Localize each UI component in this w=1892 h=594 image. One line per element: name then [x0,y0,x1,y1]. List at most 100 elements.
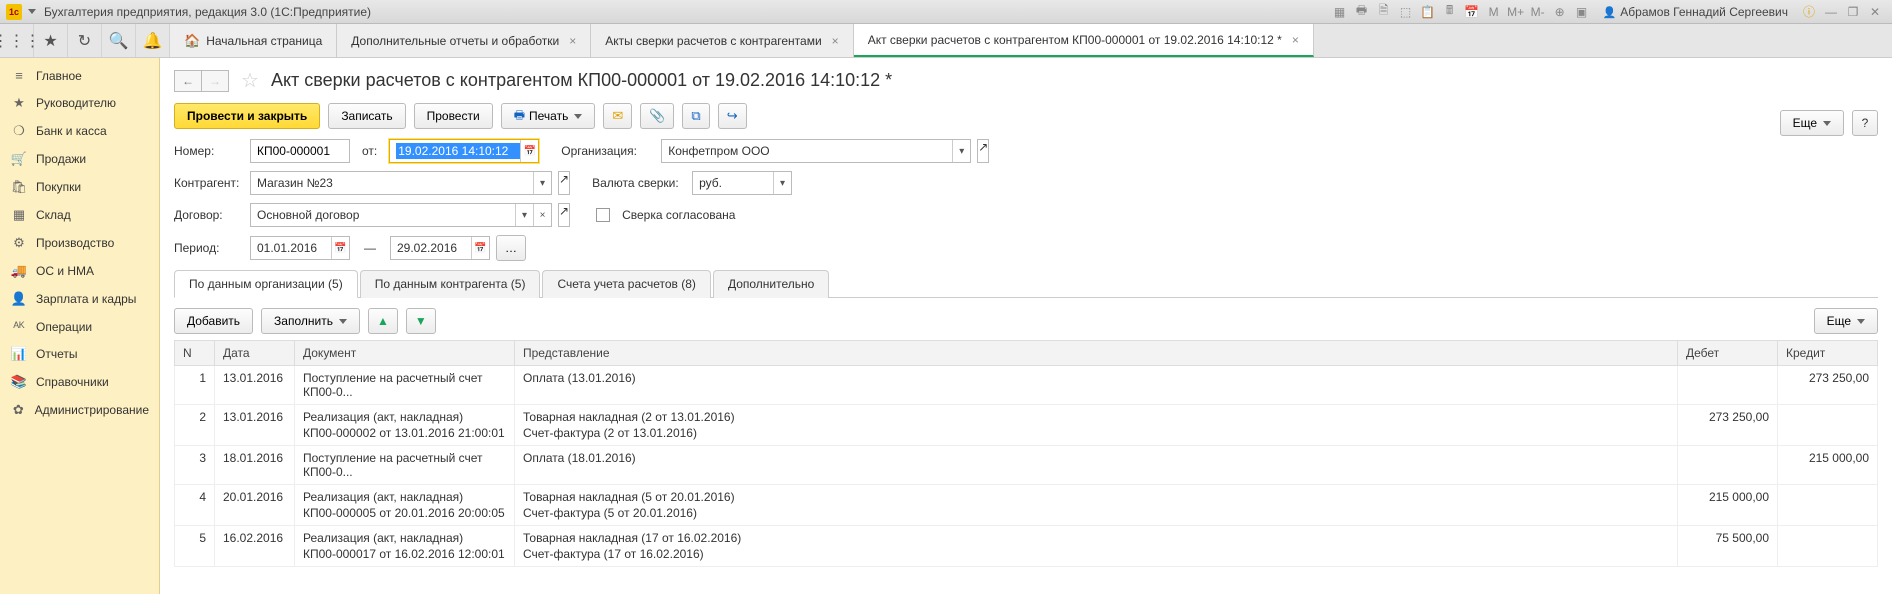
clipboard-icon[interactable]: 📋 [1419,4,1437,20]
currency-combo[interactable]: руб. ▾ [692,171,792,195]
favorite-icon[interactable]: ★ [34,24,68,57]
nav-forward-icon[interactable]: → [201,70,229,92]
date-input[interactable]: 19.02.2016 14:10:12 📅 [389,139,539,163]
attach-button[interactable]: 📎 [640,103,674,129]
dropdown-icon[interactable]: ▾ [773,172,791,194]
top-tab[interactable]: Дополнительные отчеты и обработки× [337,24,591,57]
subtab[interactable]: По данным организации (5) [174,270,358,298]
move-up-button[interactable]: ▲ [368,308,398,334]
current-user[interactable]: Абрамов Геннадий Сергеевич [1603,5,1788,19]
sidebar-item[interactable]: ᴬᴷОперации [0,313,159,340]
table-row[interactable]: 113.01.2016Поступление на расчетный счет… [175,366,1878,405]
sidebar-item[interactable]: ▦Склад [0,201,159,229]
table-row[interactable]: 516.02.2016Реализация (акт, накладная)КП… [175,526,1878,567]
more-button-top[interactable]: Еще [1780,110,1844,136]
sidebar-item[interactable]: ✿Администрирование [0,396,159,424]
search-icon[interactable]: 🔍 [102,24,136,57]
sidebar-item[interactable]: 🛒Продажи [0,145,159,173]
bell-icon[interactable]: 🔔 [136,24,170,57]
dropdown-icon[interactable]: ▾ [952,140,970,162]
email-button[interactable]: ✉ [603,103,632,129]
period-dash: — [364,241,376,255]
sidebar-item-label: Производство [36,236,114,250]
calendar-icon[interactable]: 📅 [1463,4,1481,20]
col-repr[interactable]: Представление [515,341,1678,366]
restore-icon[interactable]: ❐ [1844,4,1862,20]
col-doc[interactable]: Документ [295,341,515,366]
add-row-button[interactable]: Добавить [174,308,253,334]
partner-open-icon[interactable]: ↗ [558,171,570,195]
period-to-input[interactable]: 29.02.2016 📅 [390,236,490,260]
agreed-checkbox[interactable] [596,208,610,222]
subtab[interactable]: По данным контрагента (5) [360,270,541,298]
table-row[interactable]: 420.01.2016Реализация (акт, накладная)КП… [175,485,1878,526]
target-icon[interactable]: ⊕ [1551,4,1569,20]
fill-button[interactable]: Заполнить [261,308,360,334]
subtab[interactable]: Счета учета расчетов (8) [542,270,710,298]
sidebar-item[interactable]: ≡Главное [0,62,159,89]
compare-icon[interactable]: ⬚ [1397,4,1415,20]
m-minus-icon[interactable]: M- [1529,4,1547,20]
post-button[interactable]: Провести [414,103,493,129]
dropdown-icon[interactable]: ▾ [533,172,551,194]
cell-n: 1 [175,366,215,405]
more-button-table[interactable]: Еще [1814,308,1878,334]
tab-close-icon[interactable]: × [1292,33,1299,47]
col-credit[interactable]: Кредит [1778,341,1878,366]
period-picker-button[interactable]: … [496,235,526,261]
sidebar-item[interactable]: 📚Справочники [0,368,159,396]
history-icon[interactable]: ↻ [68,24,102,57]
apps-icon[interactable]: ⋮⋮⋮ [0,24,34,57]
info-icon[interactable]: ⓘ [1800,4,1818,20]
subtab[interactable]: Дополнительно [713,270,829,298]
contract-open-icon[interactable]: ↗ [558,203,570,227]
doc-icon[interactable]: 🗎 [1375,4,1393,20]
calc-icon[interactable]: 🖩 [1441,4,1459,20]
dropdown-icon[interactable]: ▾ [515,204,533,226]
table-row[interactable]: 318.01.2016Поступление на расчетный счет… [175,446,1878,485]
sidebar-item[interactable]: ❍Банк и касса [0,117,159,145]
grid-icon[interactable]: ▦ [1331,4,1349,20]
period-from-input[interactable]: 01.01.2016 📅 [250,236,350,260]
app-menu-dropdown-icon[interactable] [28,9,36,14]
write-button[interactable]: Записать [328,103,405,129]
col-date[interactable]: Дата [215,341,295,366]
close-window-icon[interactable]: ✕ [1866,4,1884,20]
top-tab[interactable]: Начальная страница [170,24,337,57]
calendar-picker-icon[interactable]: 📅 [471,237,489,259]
move-down-button[interactable]: ▼ [406,308,436,334]
nav-back-icon[interactable]: ← [174,70,202,92]
top-tab[interactable]: Акт сверки расчетов с контрагентом КП00-… [854,24,1314,57]
tab-close-icon[interactable]: × [569,34,576,48]
window-icon[interactable]: ▣ [1573,4,1591,20]
sidebar-item[interactable]: 📊Отчеты [0,340,159,368]
post-and-close-button[interactable]: Провести и закрыть [174,103,320,129]
sidebar-item[interactable]: 👤Зарплата и кадры [0,285,159,313]
print-icon[interactable]: 🖶 [1353,4,1371,20]
calendar-picker-icon[interactable]: 📅 [331,237,349,259]
favorite-toggle-icon[interactable]: ☆ [241,68,259,93]
col-debit[interactable]: Дебет [1678,341,1778,366]
number-input[interactable] [250,139,350,163]
help-icon[interactable]: ? [1852,110,1878,136]
partner-combo[interactable]: Магазин №23 ▾ [250,171,552,195]
movements-button[interactable]: ↪ [718,103,747,129]
clear-icon[interactable]: × [533,204,551,226]
m-plus-icon[interactable]: M+ [1507,4,1525,20]
org-open-icon[interactable]: ↗ [977,139,989,163]
contract-combo[interactable]: Основной договор ▾ × [250,203,552,227]
related-button[interactable]: ⧉ [682,103,709,129]
sidebar-item[interactable]: ★Руководителю [0,89,159,117]
col-n[interactable]: N [175,341,215,366]
minimize-icon[interactable]: — [1822,4,1840,20]
table-row[interactable]: 213.01.2016Реализация (акт, накладная)КП… [175,405,1878,446]
tab-close-icon[interactable]: × [832,34,839,48]
top-tab[interactable]: Акты сверки расчетов с контрагентами× [591,24,853,57]
print-button[interactable]: 🖶Печать [501,103,596,129]
sidebar-item[interactable]: 🚚ОС и НМА [0,257,159,285]
sidebar-item[interactable]: 🛍Покупки [0,173,159,201]
m-icon[interactable]: M [1485,4,1503,20]
sidebar-item[interactable]: ⚙Производство [0,229,159,257]
org-combo[interactable]: Конфетпром ООО ▾ [661,139,971,163]
calendar-picker-icon[interactable]: 📅 [520,140,538,162]
